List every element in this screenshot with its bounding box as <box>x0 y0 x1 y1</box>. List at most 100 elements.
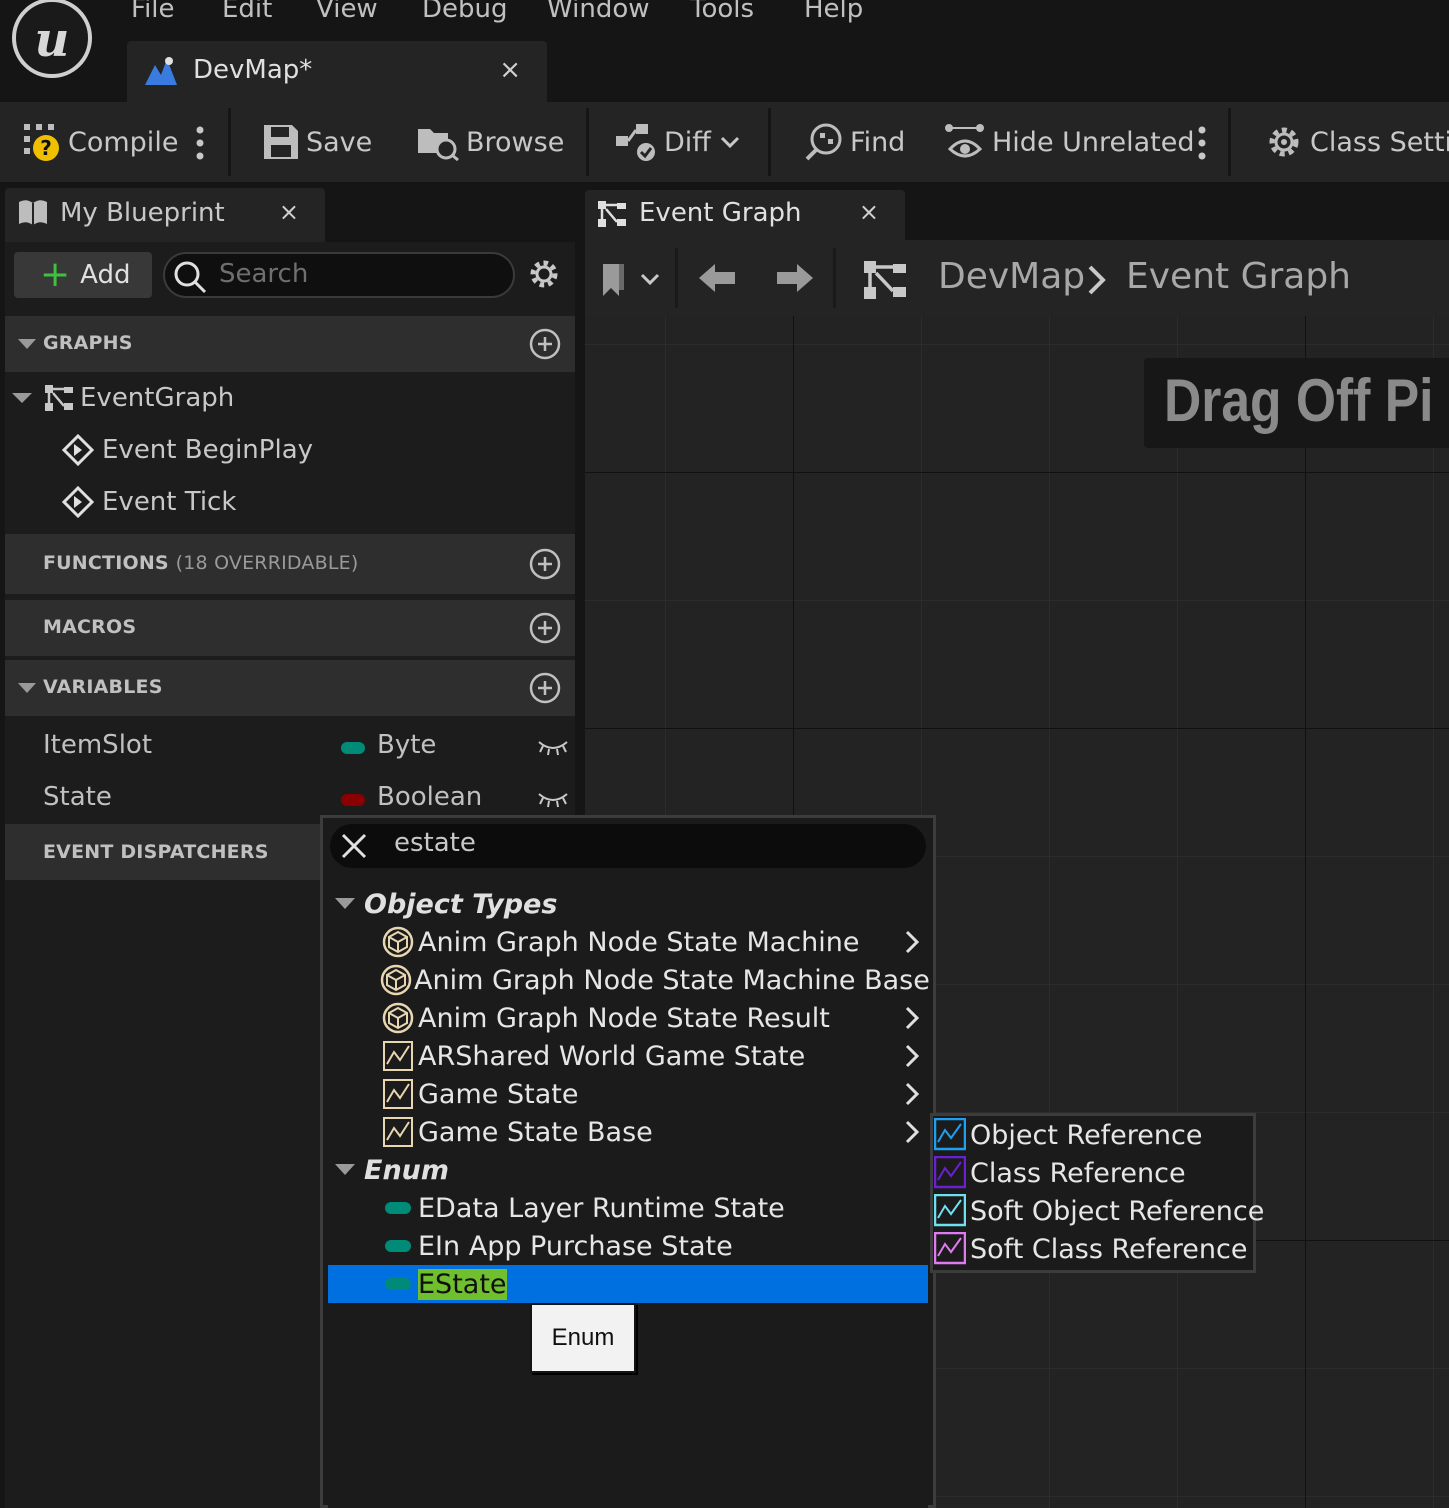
event-graph-tab-close-icon[interactable]: × <box>859 198 879 226</box>
variables-section-header[interactable]: VARIABLES <box>5 660 575 716</box>
anim-graph-node-icon <box>380 964 412 996</box>
tree-item-event-tick[interactable]: Event Tick <box>62 482 236 522</box>
compile-options-icon[interactable] <box>196 126 204 160</box>
find-label: Find <box>850 126 906 158</box>
find-options-icon[interactable] <box>1198 126 1206 160</box>
event-graph-tab[interactable]: Event Graph × <box>585 190 905 240</box>
menu-tools[interactable]: Tools <box>690 0 754 24</box>
type-item[interactable]: Game State <box>380 1075 928 1113</box>
find-button[interactable]: Find <box>804 102 905 182</box>
breadcrumb-event-graph[interactable]: Event Graph <box>1126 256 1351 297</box>
type-item-label: EData Layer Runtime State <box>418 1192 785 1224</box>
chevron-down-icon[interactable] <box>639 272 661 286</box>
unreal-logo-icon[interactable]: u <box>10 0 94 80</box>
variables-title: VARIABLES <box>43 676 163 698</box>
type-search-input[interactable]: estate <box>330 824 926 868</box>
type-item[interactable]: EIn App Purchase State <box>380 1227 928 1265</box>
nav-separator <box>833 248 836 308</box>
type-item[interactable]: Anim Graph Node State Machine Base <box>380 961 930 999</box>
save-button[interactable]: Save <box>262 102 372 182</box>
menu-edit[interactable]: Edit <box>222 0 272 24</box>
settings-gear-icon[interactable] <box>526 256 562 292</box>
category-object-types[interactable]: Object Types <box>334 884 557 924</box>
menu-window[interactable]: Window <box>547 0 650 24</box>
diff-button[interactable]: Diff <box>614 102 741 182</box>
tree-item-eventgraph[interactable]: EventGraph <box>10 378 234 418</box>
collapse-triangle-icon <box>18 683 36 693</box>
type-item[interactable]: EData Layer Runtime State <box>380 1189 928 1227</box>
back-arrow-icon[interactable] <box>697 262 737 294</box>
event-graph-breadcrumb-icon <box>864 261 906 299</box>
expand-triangle-icon <box>335 1164 355 1175</box>
menu-view[interactable]: View <box>316 0 378 24</box>
bookmark-icon[interactable] <box>599 262 629 298</box>
visibility-eye-closed-icon[interactable] <box>537 790 569 808</box>
event-node-icon <box>62 434 94 466</box>
class-settings-button[interactable]: Class Settin <box>1264 102 1449 182</box>
chevron-down-icon <box>720 136 739 149</box>
actor-class-icon <box>380 1040 416 1072</box>
variable-type: Boolean <box>377 782 483 812</box>
hide-unrelated-label: Hide Unrelated <box>992 126 1195 158</box>
hide-unrelated-button[interactable]: Hide Unrelated <box>944 102 1195 182</box>
byte-type-pill-icon <box>341 742 365 754</box>
toolbar-separator <box>228 108 231 176</box>
event-graph-tab-title: Event Graph <box>639 198 802 228</box>
my-blueprint-tab[interactable]: My Blueprint × <box>5 188 325 242</box>
gear-icon <box>1264 122 1304 162</box>
tree-item-event-beginplay[interactable]: Event BeginPlay <box>62 430 313 470</box>
category-enum[interactable]: Enum <box>334 1150 449 1190</box>
add-function-icon[interactable] <box>529 548 561 580</box>
object-reference-item[interactable]: Object Reference <box>934 1116 1202 1154</box>
save-label: Save <box>306 126 373 158</box>
add-macro-icon[interactable] <box>529 612 561 644</box>
my-blueprint-close-icon[interactable]: × <box>279 198 299 226</box>
type-item[interactable]: Anim Graph Node State Machine <box>380 923 928 961</box>
breadcrumb-devmap[interactable]: DevMap <box>938 256 1085 297</box>
document-tab-close-icon[interactable]: × <box>499 55 521 85</box>
soft-class-reference-item[interactable]: Soft Class Reference <box>934 1230 1247 1268</box>
drag-off-pin-text: Drag Off Pi <box>1164 367 1434 434</box>
soft-object-reference-item[interactable]: Soft Object Reference <box>934 1192 1264 1230</box>
variable-row-itemslot[interactable]: ItemSlot Byte <box>5 722 575 774</box>
clear-search-icon[interactable] <box>340 832 368 860</box>
toolbar-separator <box>1228 108 1231 176</box>
add-variable-icon[interactable] <box>529 672 561 704</box>
class-reference-item[interactable]: Class Reference <box>934 1154 1186 1192</box>
menu-help[interactable]: Help <box>804 0 863 24</box>
functions-section-header[interactable]: FUNCTIONS (18 OVERRIDABLE) <box>5 534 575 594</box>
class-reference-icon <box>934 1156 966 1190</box>
macros-title: MACROS <box>43 616 137 638</box>
visibility-eye-closed-icon[interactable] <box>537 738 569 756</box>
add-button[interactable]: + Add <box>14 252 152 298</box>
svg-text:u: u <box>35 12 70 68</box>
plus-icon: + <box>40 254 71 295</box>
expand-triangle-icon <box>335 898 355 909</box>
macros-section-header[interactable]: MACROS <box>5 600 575 656</box>
type-item-label: Anim Graph Node State Machine Base <box>414 964 930 996</box>
type-item[interactable]: Game State Base <box>380 1113 928 1151</box>
book-icon <box>17 198 49 228</box>
type-item-selected[interactable]: EState <box>328 1265 928 1303</box>
menu-debug[interactable]: Debug <box>422 0 508 24</box>
compile-button[interactable]: ? Compile <box>22 102 178 182</box>
add-graph-icon[interactable] <box>529 328 561 360</box>
type-item[interactable]: ARShared World Game State <box>380 1037 928 1075</box>
breadcrumb-chevron-right-icon <box>1088 265 1106 295</box>
search-input[interactable]: Search <box>163 252 515 298</box>
soft-class-reference-icon <box>934 1232 966 1266</box>
object-reference-icon <box>934 1118 966 1152</box>
graphs-section-header[interactable]: GRAPHS <box>5 316 575 372</box>
menu-file[interactable]: File <box>131 0 175 24</box>
document-tab-devmap[interactable]: DevMap* × <box>127 41 547 102</box>
type-search-value: estate <box>394 828 476 858</box>
category-object-types-label: Object Types <box>364 888 558 920</box>
forward-arrow-icon[interactable] <box>775 262 815 294</box>
browse-button[interactable]: Browse <box>416 102 564 182</box>
soft-class-reference-label: Soft Class Reference <box>970 1233 1248 1265</box>
actor-class-icon <box>380 1116 416 1148</box>
anim-graph-node-icon <box>380 926 416 958</box>
type-item-label: Game State Base <box>418 1116 653 1148</box>
enum-pill-icon <box>380 1278 416 1290</box>
type-item[interactable]: Anim Graph Node State Result <box>380 999 928 1037</box>
